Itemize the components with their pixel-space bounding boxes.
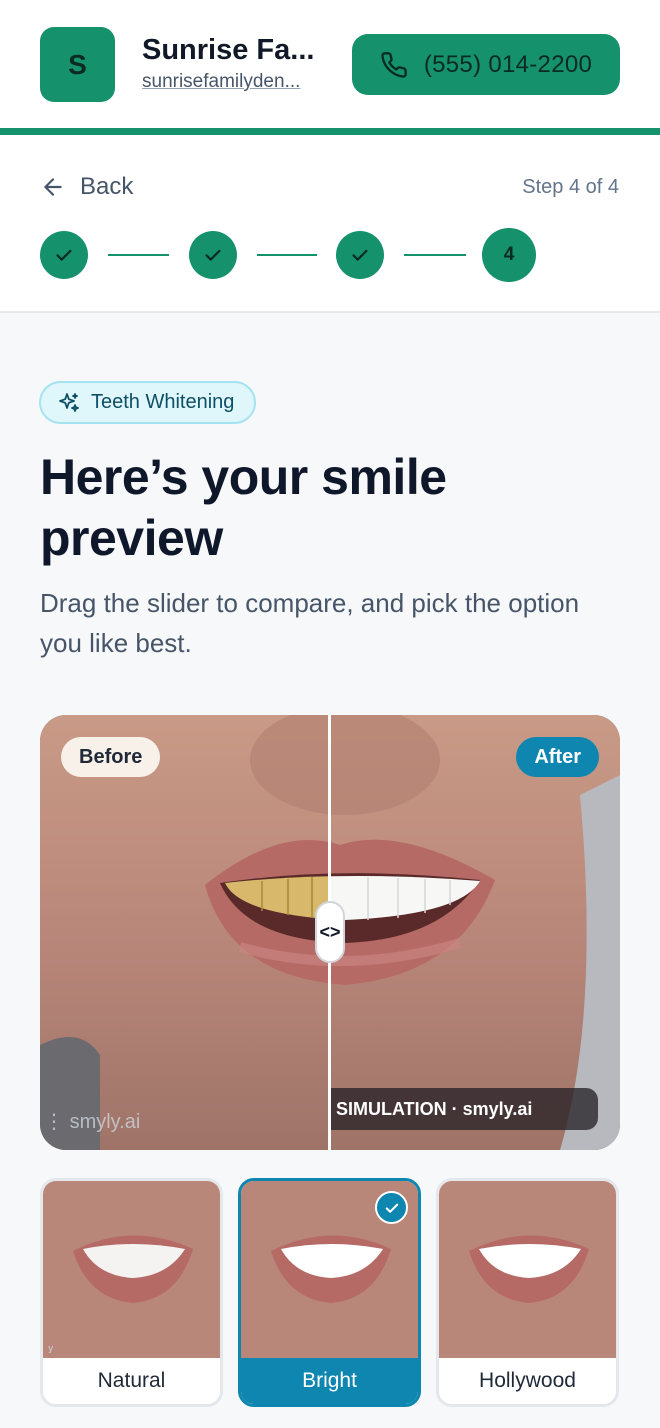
- check-icon: [385, 1203, 398, 1213]
- treatment-badge-label: Teeth Whitening: [91, 391, 235, 413]
- current-step-number: 4: [503, 244, 515, 265]
- option-thumbnail: [439, 1181, 616, 1358]
- check-icon: [205, 249, 221, 261]
- step-4-current: 4: [482, 228, 536, 282]
- step-connector: [108, 254, 169, 256]
- step-counter: Step 4 of 4: [522, 176, 619, 198]
- before-tag: Before: [61, 737, 161, 777]
- header: S Sunrise Fa... sunrisefamilyden... (555…: [0, 0, 660, 128]
- back-button[interactable]: Back: [40, 173, 133, 201]
- step-2-complete: [189, 231, 237, 279]
- call-button-label: (555) 014-2200: [423, 50, 593, 78]
- option-thumbnail: y: [43, 1181, 220, 1358]
- option-card-natural[interactable]: y Natural: [40, 1178, 223, 1407]
- phone-icon: [381, 51, 407, 78]
- after-tag: After: [516, 737, 599, 777]
- option-card-bright[interactable]: Bright: [238, 1178, 421, 1407]
- watermark-text: smyly.ai: [69, 1111, 141, 1133]
- call-button[interactable]: (555) 014-2200: [352, 34, 620, 95]
- back-label: Back: [80, 173, 134, 200]
- logo-letter: S: [68, 48, 87, 80]
- slider-handle[interactable]: <>: [315, 901, 345, 963]
- practice-url-link[interactable]: sunrisefamilyden...: [142, 71, 300, 93]
- page-subtitle: Drag the slider to compare, and pick the…: [40, 588, 580, 658]
- step-1-complete: [40, 231, 88, 279]
- simulation-label-text: ILE SIMULATION · smyly.ai: [331, 1098, 533, 1119]
- slider-handle-glyph: <>: [319, 921, 341, 942]
- svg-text:y: y: [48, 1344, 54, 1354]
- check-icon: [56, 249, 72, 261]
- treatment-badge: Teeth Whitening: [39, 381, 257, 424]
- progress-section: Back Step 4 of 4 4: [0, 135, 660, 313]
- option-card-hollywood[interactable]: Hollywood: [436, 1178, 619, 1407]
- arrow-left-icon: [44, 178, 62, 196]
- header-accent-bar: [0, 128, 660, 135]
- selected-check-badge: [375, 1191, 408, 1224]
- option-label: Bright: [241, 1358, 418, 1404]
- practice-name: Sunrise Fa...: [142, 34, 315, 66]
- sparkles-icon: [59, 392, 79, 412]
- step-3-complete: [336, 231, 384, 279]
- simulation-label: ILE SIMULATION · smyly.ai: [331, 1088, 598, 1130]
- before-after-compare[interactable]: Before After ⋮ smyly.ai ILE SIMULATION ·…: [40, 715, 620, 1150]
- check-icon: [352, 249, 368, 261]
- watermark: ⋮ smyly.ai: [44, 1111, 141, 1133]
- step-connector: [257, 254, 317, 256]
- page-title: Here’s your smile preview: [40, 449, 447, 566]
- practice-logo[interactable]: S: [40, 27, 115, 102]
- option-label: Hollywood: [439, 1358, 616, 1404]
- step-connector: [404, 254, 466, 256]
- option-label: Natural: [43, 1358, 220, 1404]
